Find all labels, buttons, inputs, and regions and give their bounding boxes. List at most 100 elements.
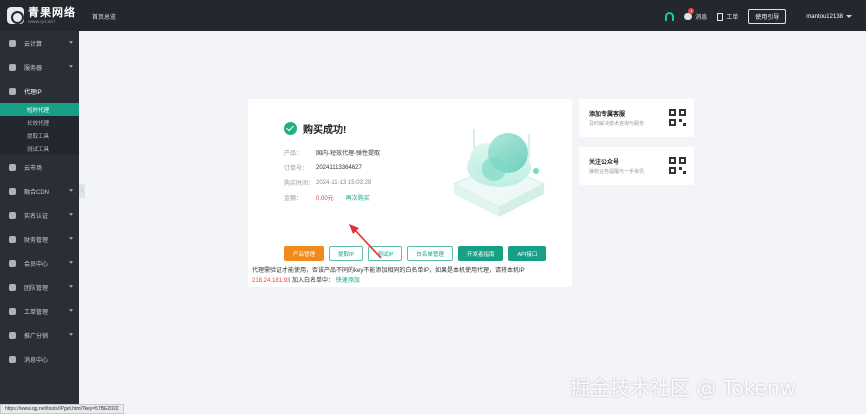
brand-url: WWW.QG.NET — [28, 18, 56, 24]
sidebar-subitem-short-proxy[interactable]: 短时代理 — [0, 103, 79, 116]
chevron-down-icon — [69, 237, 73, 240]
customer-service-desc: 及时解决技术咨询与服务 — [589, 121, 645, 127]
order-info: 产品： 国内-短效代理-弹性提取 订单号： 20241113364627 购买时… — [284, 145, 380, 205]
cloud-illustration-icon — [452, 129, 546, 217]
sidebar-item-tickets[interactable]: 工单管理 — [0, 299, 79, 323]
ticket-icon — [717, 12, 724, 21]
sidebar-item-label: 推广分销 — [24, 333, 49, 340]
sidebar-item-label: 工单管理 — [24, 309, 49, 316]
location-icon — [9, 87, 16, 95]
action-buttons: 产品管理 提取IP 测试IP 白名单管理 开发者指南 API接口 — [284, 246, 547, 261]
sidebar-item-label: 云计算 — [24, 41, 43, 48]
chevron-down-icon — [69, 261, 73, 264]
messages-button[interactable]: 1 消息 — [684, 8, 708, 21]
sidebar-item-label: 团队管理 — [24, 285, 49, 292]
whitelist-notice: 代理需验证才能使用，否该产品不同的key不能添加相同的白名单IP，如果是本机使用… — [252, 266, 582, 286]
sidebar: 云计算 服务器 代理IP 短时代理 长效代理 提取工具 测试工具 云市场 融合C… — [0, 31, 79, 414]
sidebar-item-team[interactable]: 团队管理 — [0, 275, 79, 299]
brand-logo[interactable]: 青果网络 WWW.QG.NET — [7, 7, 76, 24]
chevron-down-icon — [69, 309, 73, 312]
status-bar-url: https://www.qg.net/tools/IPget.html?key=… — [0, 404, 124, 414]
qr-code-icon — [669, 157, 686, 174]
official-account-card[interactable]: 关注公众号 接收业务提醒与一手资讯 — [579, 147, 694, 185]
local-ip: 218.24.181.93 — [252, 278, 291, 284]
quick-add-link[interactable]: 快速添加 — [336, 278, 360, 284]
annotation-arrow-icon — [349, 224, 382, 259]
whitelist-management-button[interactable]: 白名单管理 — [407, 246, 453, 261]
api-button[interactable]: API接口 — [508, 246, 547, 261]
chevron-down-icon — [69, 189, 73, 192]
sidebar-item-cdn[interactable]: 融合CDN — [0, 179, 79, 203]
sidebar-item-messages[interactable]: 消息中心 — [0, 347, 79, 371]
sidebar-item-label: 代理IP — [24, 89, 42, 96]
send-icon — [9, 331, 16, 339]
chevron-down-icon — [69, 213, 73, 216]
sidebar-item-label: 财务管理 — [24, 237, 49, 244]
user-menu[interactable]: mantou12138 — [796, 14, 852, 20]
info-label: 订单号： — [284, 166, 309, 172]
customer-service-title: 添加专属客服 — [589, 112, 626, 118]
amount-value: 0.00元 — [316, 196, 334, 202]
sidebar-item-verification[interactable]: 实名认证 — [0, 203, 79, 227]
home-overview-link[interactable]: 首页总览 — [92, 12, 116, 21]
sidebar-item-label: 会员中心 — [24, 261, 49, 268]
buy-again-link[interactable]: 再次购买 — [346, 193, 370, 202]
sidebar-subitem-long-proxy[interactable]: 长效代理 — [0, 116, 79, 129]
message-icon — [9, 355, 16, 363]
info-label: 产品： — [284, 151, 303, 157]
success-heading: 购买成功! — [284, 121, 346, 136]
username: mantou12138 — [806, 13, 843, 20]
notice-text-2: 加入白名单中： — [292, 278, 335, 284]
info-row-amount: 金额： 0.00元 再次购买 — [284, 190, 380, 205]
orders-label: 工单 — [726, 15, 739, 21]
sidebar-item-affiliate[interactable]: 推广分销 — [0, 323, 79, 347]
official-account-title: 关注公众号 — [589, 160, 620, 166]
sidebar-item-proxy-ip[interactable]: 代理IP — [0, 79, 79, 103]
chevron-down-icon — [69, 285, 73, 288]
logo-icon — [7, 7, 24, 24]
sidebar-item-finance[interactable]: 财务管理 — [0, 227, 79, 251]
cdn-icon — [9, 187, 16, 195]
chevron-down-icon — [69, 333, 73, 336]
messages-badge: 1 — [688, 8, 695, 14]
sidebar-item-cloud-computing[interactable]: 云计算 — [0, 31, 79, 55]
chevron-down-icon — [846, 15, 852, 18]
message-icon: 1 — [684, 8, 695, 20]
user-icon — [9, 259, 16, 267]
main-content: 购买成功! 产品： 国内-短效代理-弹性提取 订单号： 202411133646… — [79, 31, 866, 414]
developer-guide-button[interactable]: 开发者指南 — [457, 246, 504, 261]
guide-button[interactable]: 使用引导 — [748, 9, 787, 24]
store-icon — [9, 163, 16, 171]
info-label: 购买时间： — [284, 181, 315, 187]
qr-code-icon — [669, 109, 686, 126]
ticket-icon — [9, 307, 16, 315]
customer-service-card[interactable]: 添加专属客服 及时解决技术咨询与服务 — [579, 99, 694, 137]
messages-label: 消息 — [695, 15, 708, 21]
order-number-value: 20241113364627 — [316, 164, 362, 171]
purchase-success-card: 购买成功! 产品： 国内-短效代理-弹性提取 订单号： 202411133646… — [248, 99, 572, 287]
sidebar-subitem-extract-tool[interactable]: 提取工具 — [0, 129, 79, 142]
info-row-product: 产品： 国内-短效代理-弹性提取 — [284, 145, 380, 160]
info-row-purchase-time: 购买时间： 2024-11-13 15:03:29 — [284, 175, 380, 190]
info-row-order-number: 订单号： 20241113364627 — [284, 160, 380, 175]
official-account-desc: 接收业务提醒与一手资讯 — [589, 169, 645, 175]
purchase-time-value: 2024-11-13 15:03:29 — [316, 179, 372, 186]
headset-icon — [665, 12, 675, 21]
server-icon — [9, 63, 16, 71]
sidebar-item-server[interactable]: 服务器 — [0, 55, 79, 79]
orders-button[interactable]: 工单 — [717, 12, 738, 21]
sidebar-item-member[interactable]: 会员中心 — [0, 251, 79, 275]
team-icon — [9, 283, 16, 291]
sidebar-item-label: 实名认证 — [24, 213, 49, 220]
sidebar-item-cloud-market[interactable]: 云市场 — [0, 155, 79, 179]
success-title: 购买成功! — [303, 125, 347, 136]
product-management-button[interactable]: 产品管理 — [284, 246, 325, 261]
sidebar-subitem-test-tool[interactable]: 测试工具 — [0, 142, 79, 155]
notice-text: 代理需验证才能使用，否该产品不同的key不能添加相同的白名单IP，如果是本机使用… — [252, 268, 525, 274]
support-button[interactable] — [665, 12, 675, 21]
watermark: 掘金技术社区 @ Tokenw — [570, 376, 796, 400]
sidebar-item-label: 服务器 — [24, 65, 43, 72]
sidebar-item-label: 融合CDN — [24, 189, 49, 196]
sidebar-item-label: 消息中心 — [24, 357, 49, 364]
product-value: 国内-短效代理-弹性提取 — [316, 151, 380, 157]
